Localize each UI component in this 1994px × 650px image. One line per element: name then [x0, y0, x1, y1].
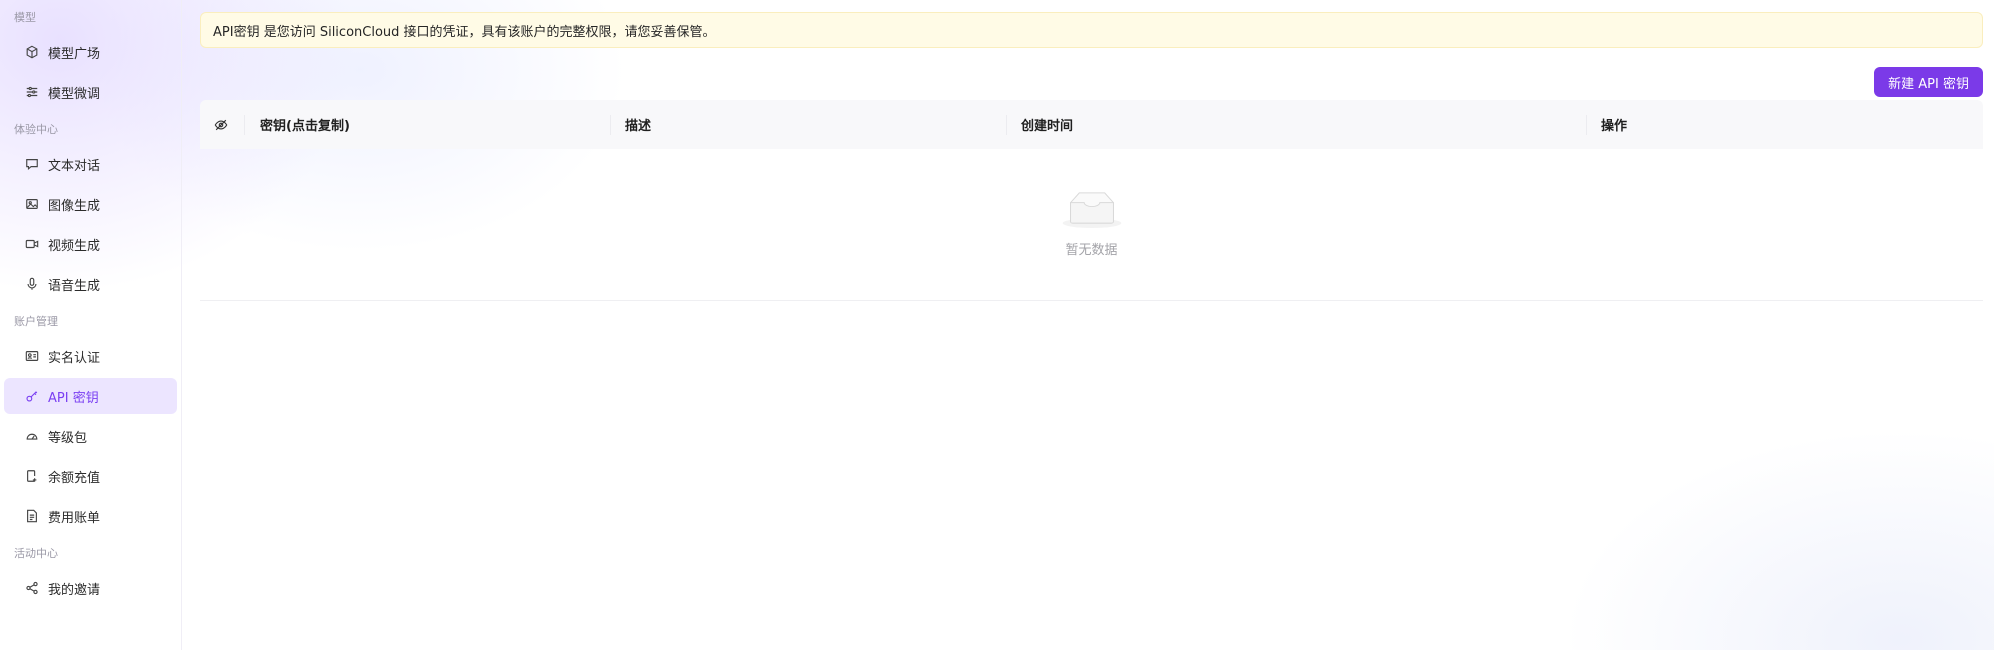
image-icon	[24, 196, 40, 212]
sidebar-item-label: 费用账单	[48, 510, 101, 526]
main-content: API密钥 是您访问 SiliconCloud 接口的凭证，具有该账户的完整权限…	[200, 12, 1983, 301]
share-icon	[24, 580, 40, 596]
sidebar-item-label: 文本对话	[48, 158, 101, 174]
sidebar-item-recharge[interactable]: 余额充值	[4, 458, 177, 494]
api-key-notice-banner: API密钥 是您访问 SiliconCloud 接口的凭证，具有该账户的完整权限…	[200, 12, 1983, 48]
bill-icon	[24, 508, 40, 524]
sidebar-item-label: 模型广场	[48, 46, 101, 62]
sidebar-item-model-square[interactable]: 模型广场	[4, 34, 177, 70]
sidebar-section-title-account: 账户管理	[14, 315, 58, 328]
sidebar-item-label: 实名认证	[48, 350, 101, 366]
sidebar-item-label: 等级包	[48, 430, 88, 446]
sidebar-section-title-activity: 活动中心	[14, 547, 58, 560]
sidebar-item-label: 视频生成	[48, 238, 101, 254]
sidebar-item-label: API 密钥	[48, 390, 99, 406]
sidebar-section-title-models: 模型	[14, 11, 36, 24]
cube-icon	[24, 44, 40, 60]
sidebar-item-label: 模型微调	[48, 86, 101, 102]
chat-bubble-icon	[24, 156, 40, 172]
sidebar-item-api-keys[interactable]: API 密钥	[4, 378, 177, 414]
column-header-key: 密钥(点击复制)	[260, 119, 350, 134]
column-divider	[1006, 115, 1007, 135]
sidebar-item-invitations[interactable]: 我的邀请	[4, 570, 177, 606]
sidebar-item-label: 余额充值	[48, 470, 101, 486]
column-header-created-time: 创建时间	[1021, 119, 1074, 134]
id-card-icon	[24, 348, 40, 364]
video-camera-icon	[24, 236, 40, 252]
sidebar-item-text-chat[interactable]: 文本对话	[4, 146, 177, 182]
notice-text: API密钥 是您访问 SiliconCloud 接口的凭证，具有该账户的完整权限…	[213, 24, 716, 40]
sidebar-item-voice-gen[interactable]: 语音生成	[4, 266, 177, 302]
sidebar-section-title-experience: 体验中心	[14, 123, 58, 136]
column-header-actions: 操作	[1601, 119, 1628, 134]
sidebar-item-tier-pack[interactable]: 等级包	[4, 418, 177, 454]
key-icon	[24, 388, 40, 404]
eye-slash-icon[interactable]	[214, 100, 228, 149]
sidebar-item-image-gen[interactable]: 图像生成	[4, 186, 177, 222]
sliders-icon	[24, 84, 40, 100]
column-divider	[244, 115, 245, 135]
sidebar: 模型 模型广场 模型微调 体验中心 文本对话 图像生成 视频生成 语音生成 账户…	[0, 0, 182, 650]
sidebar-item-billing[interactable]: 费用账单	[4, 498, 177, 534]
sidebar-item-label: 语音生成	[48, 278, 101, 294]
app-root: 模型 模型广场 模型微调 体验中心 文本对话 图像生成 视频生成 语音生成 账户…	[0, 0, 1994, 650]
sidebar-item-video-gen[interactable]: 视频生成	[4, 226, 177, 262]
column-header-description: 描述	[625, 119, 652, 134]
column-divider	[1586, 115, 1587, 135]
empty-inbox-icon	[1060, 189, 1124, 233]
api-keys-table: 密钥(点击复制) 描述 创建时间 操作 暂无数据	[200, 100, 1983, 301]
table-header: 密钥(点击复制) 描述 创建时间 操作	[200, 100, 1983, 149]
empty-text: 暂无数据	[1065, 243, 1118, 258]
sidebar-item-label: 图像生成	[48, 198, 101, 214]
table-body: 暂无数据	[200, 149, 1983, 301]
sidebar-item-real-name[interactable]: 实名认证	[4, 338, 177, 374]
gauge-icon	[24, 428, 40, 444]
wallet-phone-icon	[24, 468, 40, 484]
create-api-key-button[interactable]: 新建 API 密钥	[1874, 67, 1983, 97]
sidebar-item-model-finetune[interactable]: 模型微调	[4, 74, 177, 110]
sidebar-item-label: 我的邀请	[48, 582, 101, 598]
empty-state: 暂无数据	[200, 189, 1983, 258]
microphone-icon	[24, 276, 40, 292]
column-divider	[610, 115, 611, 135]
